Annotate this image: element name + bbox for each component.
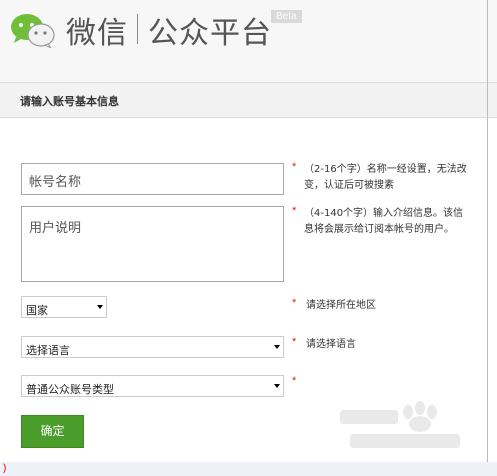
- account-name-hint: （2-16个字）名称一经设置，无法改 变，认证后可被搜素: [304, 162, 467, 194]
- country-select[interactable]: 国家: [21, 296, 107, 318]
- chevron-down-icon: [274, 345, 280, 349]
- account-type-select-value: 普通公众账号类型: [26, 383, 114, 396]
- watermark-logo: [340, 401, 460, 448]
- required-mark: *: [292, 161, 297, 173]
- submit-button[interactable]: 确定: [21, 415, 84, 448]
- account-name-input[interactable]: 帐号名称: [21, 163, 284, 195]
- header: 微信 公众平台 Beta: [0, 0, 497, 82]
- hint-line: 变，认证后可被搜素: [304, 180, 394, 191]
- chevron-down-icon: [274, 384, 280, 388]
- account-type-select[interactable]: 普通公众账号类型: [21, 375, 284, 397]
- brand-name: 微信: [66, 16, 128, 51]
- required-mark: *: [292, 336, 297, 348]
- hint-line: （2-16个字）名称一经设置，无法改: [304, 164, 467, 175]
- country-select-value: 国家: [26, 304, 48, 317]
- description-hint: （4-140个字）输入介绍信息。该信 息将会展示给订阅本帐号的用户。: [304, 206, 463, 238]
- hint-line: 息将会展示给订阅本帐号的用户。: [304, 224, 454, 235]
- section-header: 请输入账号基本信息: [0, 82, 497, 118]
- description-textarea[interactable]: 用户说明: [21, 206, 284, 282]
- bottom-mark: ): [3, 463, 7, 474]
- language-select-value: 选择语言: [26, 344, 70, 357]
- required-mark: *: [292, 297, 297, 309]
- country-hint: 请选择所在地区: [306, 300, 376, 311]
- page-border: [487, 0, 488, 476]
- brand-subtitle: 公众平台: [148, 16, 272, 51]
- hint-line: （4-140个字）输入介绍信息。该信: [304, 208, 464, 219]
- required-mark: *: [292, 205, 297, 217]
- required-mark: *: [292, 375, 297, 387]
- beta-badge: Beta: [271, 10, 302, 23]
- account-name-placeholder: 帐号名称: [29, 175, 82, 190]
- description-placeholder: 用户说明: [29, 221, 82, 236]
- bottom-strip: ): [0, 462, 497, 476]
- section-title: 请输入账号基本信息: [20, 95, 119, 108]
- brand-divider: [137, 14, 138, 44]
- wechat-logo-icon: [11, 14, 55, 48]
- language-select[interactable]: 选择语言: [21, 336, 284, 358]
- language-hint: 请选择语言: [306, 339, 356, 350]
- chevron-down-icon: [97, 305, 103, 309]
